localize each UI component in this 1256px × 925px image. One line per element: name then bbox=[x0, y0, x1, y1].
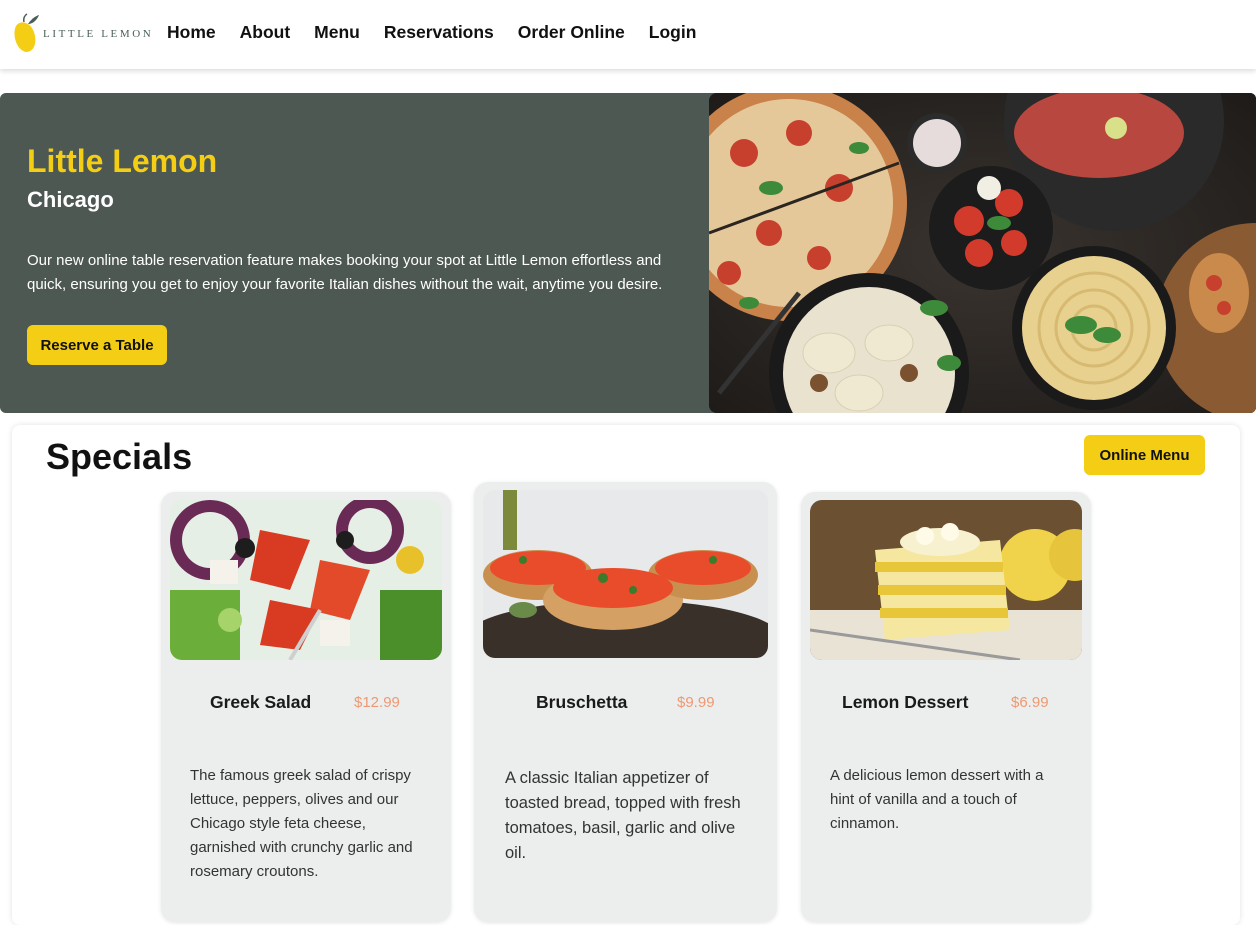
hero-food-image bbox=[709, 93, 1256, 413]
lemon-dessert-image bbox=[810, 500, 1082, 660]
bruschetta-image bbox=[483, 490, 768, 658]
nav-home[interactable]: Home bbox=[167, 22, 216, 43]
nav-about[interactable]: About bbox=[240, 22, 291, 43]
logo-text: LITTLE LEMON bbox=[43, 28, 154, 40]
reserve-table-button[interactable]: Reserve a Table bbox=[27, 325, 167, 365]
card-description: The famous greek salad of crispy lettuce… bbox=[190, 767, 413, 880]
card-description: A classic Italian appetizer of toasted b… bbox=[505, 769, 741, 862]
lemon-logo-icon bbox=[14, 13, 39, 52]
navbar: LITTLE LEMON Home About Menu Reservation… bbox=[0, 0, 1256, 69]
card-description: A delicious lemon dessert with a hint of… bbox=[830, 767, 1044, 832]
card-name: Bruschetta bbox=[536, 692, 628, 712]
hero-section: Little Lemon Chicago Our new online tabl… bbox=[0, 93, 1256, 413]
hero-title: Little Lemon bbox=[27, 143, 218, 179]
online-menu-button[interactable]: Online Menu bbox=[1084, 435, 1205, 475]
nav-links: Home About Menu Reservations Order Onlin… bbox=[167, 22, 720, 43]
card-name: Greek Salad bbox=[210, 692, 312, 712]
nav-order-online[interactable]: Order Online bbox=[518, 22, 625, 43]
nav-login[interactable]: Login bbox=[649, 22, 697, 43]
logo[interactable]: LITTLE LEMON bbox=[10, 12, 162, 54]
card-name: Lemon Dessert bbox=[842, 692, 969, 712]
special-card-lemon-dessert[interactable]: Lemon Dessert $6.99 A delicious lemon de… bbox=[801, 492, 1091, 922]
nav-menu[interactable]: Menu bbox=[314, 22, 360, 43]
greek-salad-image bbox=[170, 500, 442, 660]
card-price: $6.99 bbox=[1011, 694, 1049, 711]
special-card-greek-salad[interactable]: Greek Salad $12.99 The famous greek sala… bbox=[161, 492, 451, 922]
hero-subtitle: Chicago bbox=[27, 187, 114, 212]
card-price: $9.99 bbox=[677, 694, 715, 711]
hero-description: Our new online table reservation feature… bbox=[27, 252, 663, 293]
specials-title: Specials bbox=[46, 436, 193, 477]
nav-reservations[interactable]: Reservations bbox=[384, 22, 494, 43]
special-card-bruschetta[interactable]: Bruschetta $9.99 A classic Italian appet… bbox=[474, 482, 777, 922]
card-price: $12.99 bbox=[354, 694, 400, 711]
